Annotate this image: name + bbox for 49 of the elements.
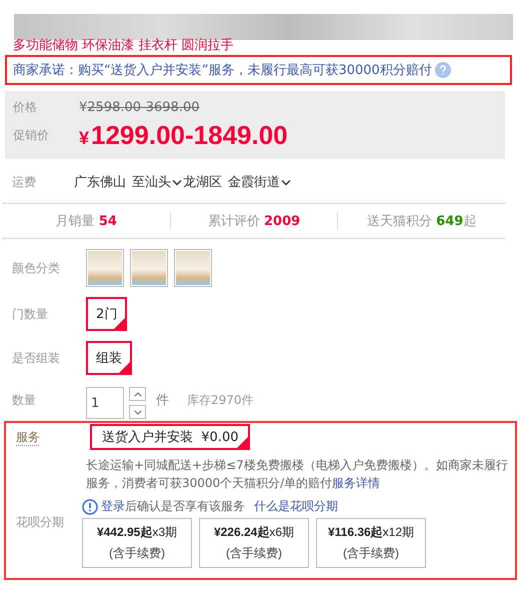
service-detail-link[interactable]: 服务详情 bbox=[332, 476, 380, 490]
chevron-down-icon bbox=[172, 178, 182, 186]
photo-placeholder bbox=[88, 251, 122, 285]
stat-text: 月销量 54 bbox=[56, 214, 117, 229]
installment-plan-button[interactable]: ¥116.36起x12期 (含手续费) bbox=[316, 518, 426, 568]
login-notice: 登录后确认是否享有该服务 bbox=[101, 498, 245, 515]
quantity-label: 数量 bbox=[11, 392, 37, 408]
quantity-input[interactable]: 1 bbox=[86, 387, 124, 419]
promo-price: ¥1299.00-1849.00 bbox=[79, 120, 288, 151]
street-dropdown[interactable]: 金霞街道 bbox=[228, 173, 292, 191]
color-thumbnail[interactable] bbox=[130, 249, 168, 287]
stat-text: 累计评价 2009 bbox=[208, 214, 300, 229]
district-dropdown[interactable]: 龙湖区 bbox=[183, 173, 222, 191]
color-thumbnail[interactable] bbox=[86, 249, 124, 287]
option-label: 门数量 bbox=[11, 306, 49, 322]
installment-help-link[interactable]: 什么是花呗分期 bbox=[254, 498, 338, 515]
option-label: 颜色分类 bbox=[11, 260, 61, 276]
original-price: ¥2598.00-3698.00 bbox=[79, 100, 200, 115]
stock-text: 库存2970件 bbox=[187, 392, 254, 408]
quantity-unit: 件 bbox=[156, 392, 169, 409]
info-icon bbox=[82, 498, 98, 514]
installment-label: 花呗分期 bbox=[15, 514, 65, 531]
color-thumbnail[interactable] bbox=[174, 249, 212, 287]
shipping-label: 运费 bbox=[11, 174, 37, 190]
login-link[interactable]: 登录 bbox=[101, 499, 125, 513]
option-chip[interactable]: 2门 bbox=[86, 297, 128, 331]
stat-text: 送天猫积分 649起 bbox=[367, 214, 476, 229]
chevron-up-icon bbox=[134, 392, 142, 396]
installment-plan-button[interactable]: ¥442.95起x3期 (含手续费) bbox=[82, 518, 192, 568]
installment-plan-button[interactable]: ¥226.24起x6期 (含手续费) bbox=[199, 518, 309, 568]
photo-placeholder bbox=[176, 251, 210, 285]
decrease-button[interactable] bbox=[129, 405, 146, 419]
ship-to: 至 bbox=[132, 174, 145, 191]
service-label: 服务 bbox=[15, 428, 41, 446]
option-label: 是否组装 bbox=[11, 350, 61, 366]
product-subtitle: 多功能储物 环保油漆 挂衣杆 圆润拉手 bbox=[12, 38, 234, 52]
city-dropdown[interactable]: 汕头 bbox=[145, 173, 183, 191]
photo-placeholder bbox=[132, 251, 166, 285]
chevron-down-icon bbox=[281, 178, 291, 186]
service-description: 长途运输+同城配送+步梯≤7楼免费搬楼（电梯入户免费搬楼）。如商家未履行服务，消费者可获30000个天猫积分/单的赔付服务详情 bbox=[86, 457, 509, 492]
promise-text: 商家承诺：购买“送货入户并安装”服务，未履行最高可获30000积分赔付 bbox=[13, 62, 432, 79]
help-icon[interactable] bbox=[434, 62, 451, 78]
option-chip[interactable]: 组装 bbox=[86, 341, 132, 375]
chevron-down-icon bbox=[134, 410, 142, 414]
price-label: 价格 bbox=[13, 99, 38, 116]
increase-button[interactable] bbox=[129, 387, 146, 401]
promo-price-label: 促销价 bbox=[13, 127, 50, 144]
service-chip[interactable]: 送货入户并安装 ¥0.00 bbox=[90, 424, 250, 450]
ship-from: 广东佛山 bbox=[74, 174, 126, 191]
